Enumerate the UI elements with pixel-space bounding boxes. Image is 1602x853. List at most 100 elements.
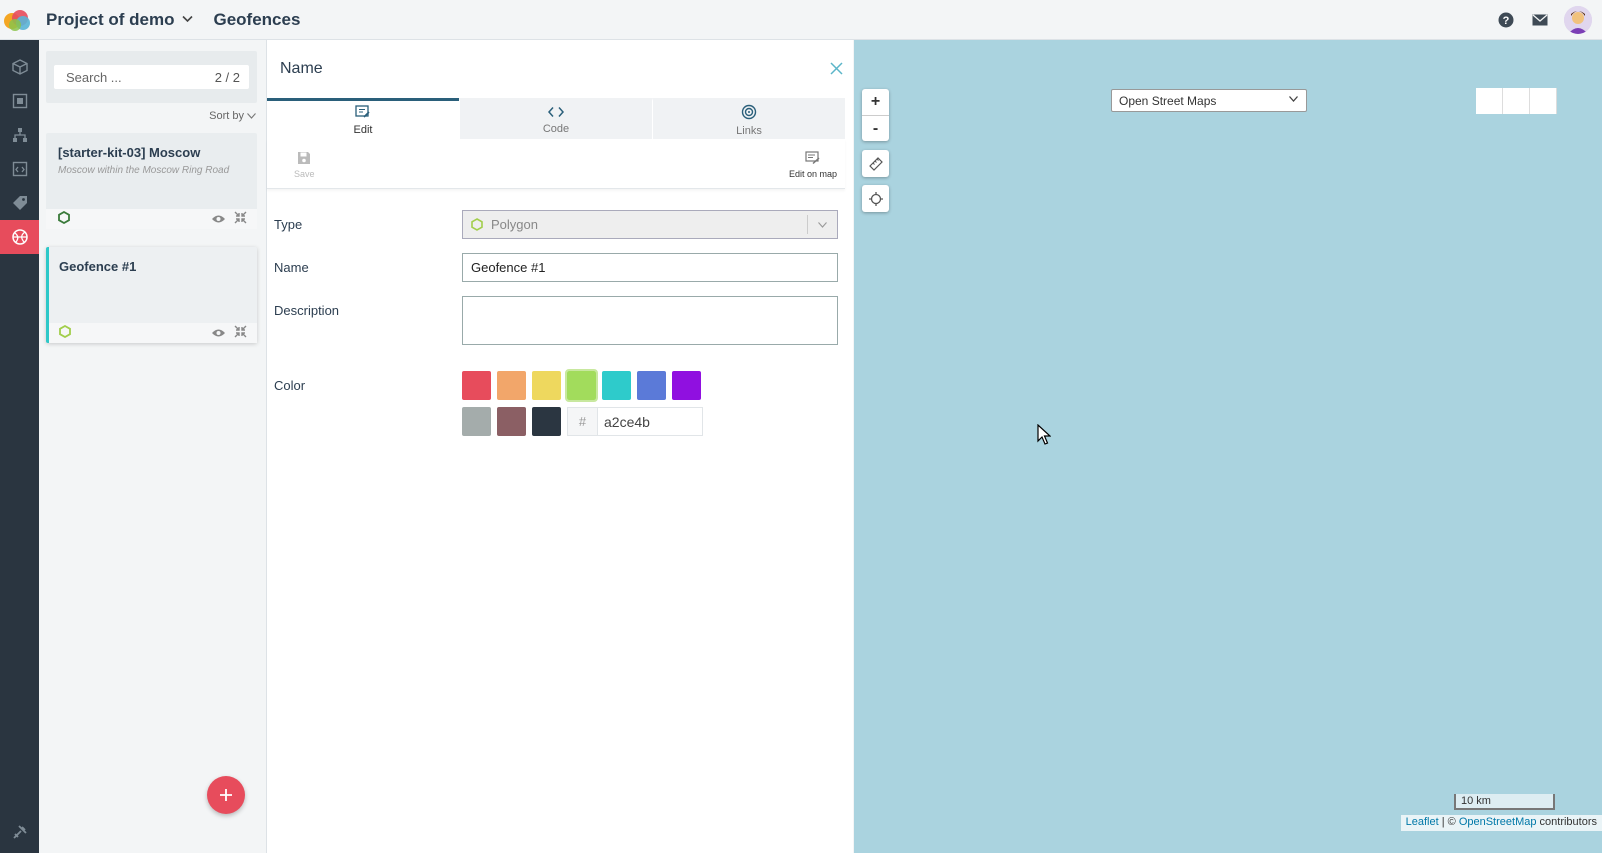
type-value: Polygon (491, 217, 538, 232)
left-rail (0, 40, 39, 853)
editor-tabs: Edit Code Links (267, 98, 845, 139)
close-icon[interactable] (830, 59, 843, 80)
panel-title: Name (280, 60, 323, 77)
eye-icon[interactable] (211, 212, 226, 227)
top-bar: Project of demo Geofences ? (0, 0, 1602, 40)
geofence-globe-icon[interactable] (0, 220, 39, 254)
map-attribution: Leaflet | © OpenStreetMap contributors (1400, 815, 1602, 831)
tab-links[interactable]: Links (652, 98, 845, 139)
hash-label: # (568, 408, 598, 435)
color-swatch[interactable] (602, 371, 631, 400)
mail-icon[interactable] (1530, 10, 1550, 30)
name-label: Name (274, 260, 309, 275)
code-icon (547, 106, 565, 121)
result-count: 2 / 2 (214, 69, 240, 85)
project-name: Project of demo (46, 9, 175, 29)
fit-bounds-icon[interactable] (234, 325, 247, 341)
description-label: Description (274, 303, 340, 318)
code-window-icon[interactable] (0, 152, 39, 186)
save-icon (297, 151, 311, 167)
zoom-in-button[interactable]: + (862, 89, 889, 115)
user-avatar[interactable] (1564, 6, 1592, 34)
polygon-icon (59, 324, 71, 341)
svg-text:?: ? (1503, 15, 1510, 27)
hierarchy-icon[interactable] (0, 118, 39, 152)
polygon-icon (471, 218, 483, 231)
edit-on-map-button[interactable]: Edit on map (789, 151, 837, 179)
color-row: Color # (274, 369, 844, 436)
type-row: Type Polygon (274, 210, 844, 239)
color-label: Color (274, 378, 306, 393)
cube-icon[interactable] (0, 50, 39, 84)
help-icon[interactable]: ? (1496, 10, 1516, 30)
tab-edit[interactable]: Edit (267, 98, 459, 139)
tab-label: Links (736, 124, 762, 137)
edit-on-map-label: Edit on map (788, 169, 837, 179)
save-button[interactable]: Save (294, 151, 315, 179)
project-selector[interactable]: Project of demo (46, 9, 194, 30)
plus-icon (220, 789, 232, 801)
mouse-cursor-icon (1037, 423, 1052, 449)
list-item[interactable]: [starter-kit-03] Moscow Moscow within th… (46, 133, 257, 229)
search-area: 2 / 2 (46, 51, 257, 103)
zoom-control: + - (862, 89, 889, 141)
map-scale: 10 km (1454, 794, 1555, 810)
color-swatch[interactable] (462, 371, 491, 400)
search-input[interactable] (66, 69, 196, 85)
color-hex-field[interactable] (598, 408, 698, 435)
color-swatch[interactable] (637, 371, 666, 400)
color-swatch[interactable] (672, 371, 701, 400)
map-layer-select[interactable]: Open Street Maps (1111, 89, 1307, 112)
app-logo[interactable] (0, 0, 36, 40)
sort-by-label: Sort by (209, 110, 244, 122)
ruler-icon[interactable] (862, 150, 889, 177)
color-swatch[interactable] (497, 371, 526, 400)
save-label: Save (294, 169, 315, 179)
zoom-out-button[interactable]: - (862, 115, 889, 141)
editor-toolbar: Save Edit on map (267, 139, 845, 189)
page-title: Geofences (213, 9, 301, 29)
osm-link[interactable]: OpenStreetMap (1459, 816, 1537, 828)
type-label: Type (274, 217, 303, 232)
list-item-title: [starter-kit-03] Moscow (58, 145, 201, 160)
map-canvas[interactable]: + - Open Street Maps 10 km Leaflet | © O… (854, 40, 1602, 853)
tab-code[interactable]: Code (459, 98, 652, 139)
chevron-down-icon (807, 215, 837, 234)
eye-icon[interactable] (211, 326, 226, 341)
map-edit-icon (805, 151, 821, 167)
leaflet-link[interactable]: Leaflet (1406, 816, 1439, 828)
add-geofence-button[interactable] (207, 776, 245, 814)
map-draw-toolbar (1476, 88, 1557, 114)
color-swatch[interactable] (497, 407, 526, 436)
map-tool-button[interactable] (1476, 88, 1503, 114)
tools-icon[interactable] (0, 815, 39, 849)
list-item-title: Geofence #1 (59, 259, 137, 274)
geofence-list-panel: 2 / 2 Sort by [starter-kit-03] Moscow Mo… (39, 40, 267, 853)
locate-icon[interactable] (862, 185, 889, 212)
target-icon (741, 104, 757, 123)
attribution-contributors: contributors (1536, 816, 1597, 828)
chevron-down-icon (1289, 94, 1298, 105)
list-item[interactable]: Geofence #1 (46, 247, 257, 343)
fit-bounds-icon[interactable] (234, 211, 247, 227)
color-hex-input[interactable]: # (567, 407, 703, 436)
list-item-description: Moscow within the Moscow Ring Road (58, 165, 230, 176)
tag-icon[interactable] (0, 186, 39, 220)
sort-by-dropdown[interactable]: Sort by (209, 110, 256, 122)
list-item-description (49, 274, 257, 279)
map-layer-value: Open Street Maps (1119, 93, 1217, 108)
color-swatch[interactable] (565, 369, 598, 402)
description-row: Description (274, 296, 844, 345)
description-field[interactable] (462, 296, 838, 345)
device-icon[interactable] (0, 84, 39, 118)
name-field[interactable] (462, 253, 838, 282)
type-select[interactable]: Polygon (462, 210, 838, 239)
color-swatch[interactable] (532, 371, 561, 400)
tab-label: Edit (353, 123, 373, 136)
chevron-down-icon (182, 14, 194, 26)
edit-icon (355, 104, 371, 122)
map-tool-button[interactable] (1503, 88, 1530, 114)
color-swatch[interactable] (532, 407, 561, 436)
color-swatch[interactable] (462, 407, 491, 436)
map-tool-button[interactable] (1530, 88, 1557, 114)
